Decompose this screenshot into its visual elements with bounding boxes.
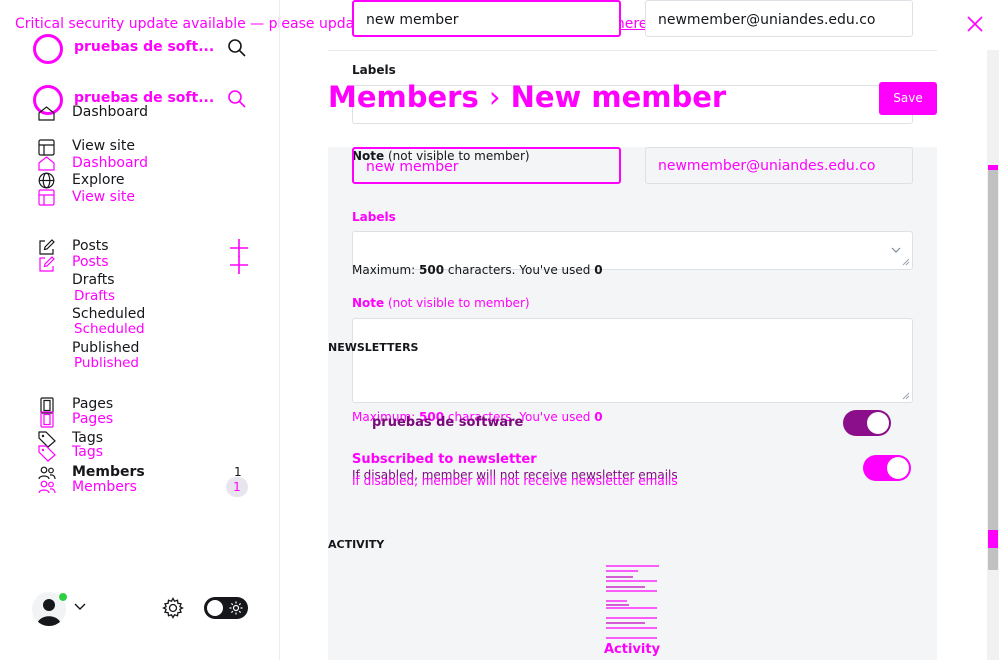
nav-posts-ghost: Posts xyxy=(72,254,109,270)
note-label: Note (not visible to member) xyxy=(352,296,530,310)
nav-dashboard[interactable]: Dashboard xyxy=(72,104,148,120)
pages-ghost-icon xyxy=(40,411,54,428)
nav-view-site[interactable]: View site xyxy=(72,138,135,154)
members-icon xyxy=(38,466,56,480)
labels-dropdown-icon[interactable] xyxy=(891,247,901,254)
header-divider xyxy=(328,50,937,51)
note-resize-handle-icon[interactable] xyxy=(902,392,910,400)
theme-toggle-knob xyxy=(207,600,223,616)
nav-published[interactable]: Published xyxy=(72,340,139,356)
edit-ghost-icon xyxy=(38,255,56,273)
activity-section-title: ACTIVITY xyxy=(328,538,385,551)
labels-label: Labels xyxy=(352,210,396,224)
newsletter-toggle[interactable] xyxy=(843,410,891,436)
breadcrumb-members-link[interactable]: Members xyxy=(328,80,479,114)
breadcrumb: Members › New member xyxy=(328,80,726,114)
labels-max-mid: characters. You've used xyxy=(447,263,591,277)
site-title[interactable]: pruebas de soft... xyxy=(74,39,214,55)
nav-members-ghost: Members xyxy=(72,479,137,495)
search-icon[interactable] xyxy=(227,38,247,58)
nav-published-ghost: Published xyxy=(74,355,139,371)
nav-drafts[interactable]: Drafts xyxy=(72,272,115,288)
name-input[interactable]: new member xyxy=(352,147,621,184)
members-count-ghost-badge: 1 xyxy=(226,477,248,497)
explore-icon xyxy=(38,172,55,189)
nav-posts[interactable]: Posts xyxy=(72,238,109,254)
edit-icon xyxy=(38,238,56,256)
scrollbar-marker-bottom xyxy=(988,530,998,548)
labels-max-number: 500 xyxy=(419,263,445,277)
view-site-icon xyxy=(38,139,55,156)
page-title: New member xyxy=(510,80,727,114)
name-input-top[interactable]: new member xyxy=(352,0,621,37)
home-ghost-icon xyxy=(38,156,55,171)
newsletter-name: pruebas de software xyxy=(372,415,524,430)
email-input[interactable]: newmember@uniandes.edu.co xyxy=(645,147,913,184)
sidebar-divider xyxy=(279,0,280,660)
new-post-ghost-icon xyxy=(229,255,249,275)
note-hint: (not visible to member) xyxy=(388,296,530,310)
nav-dashboard-ghost: Dashboard xyxy=(72,155,148,171)
breadcrumb-separator: › xyxy=(488,80,501,114)
email-input-top-value: newmember@uniandes.edu.co xyxy=(658,12,876,28)
note-label-text: Note xyxy=(352,296,385,310)
activity-empty-label: Activity xyxy=(604,642,661,657)
nav-pages-ghost: Pages xyxy=(72,411,114,427)
note-max-used: 0 xyxy=(594,410,603,424)
members-ghost-icon xyxy=(38,480,56,494)
nav-members[interactable]: Members xyxy=(72,464,145,480)
email-input-value: newmember@uniandes.edu.co xyxy=(658,158,876,174)
members-count-ghost: 1 xyxy=(233,480,241,494)
search-ghost-icon xyxy=(227,89,247,109)
name-input-top-value: new member xyxy=(366,12,459,28)
email-input-top[interactable]: newmember@uniandes.edu.co xyxy=(645,0,913,37)
gear-icon[interactable] xyxy=(162,597,184,619)
nav-scheduled[interactable]: Scheduled xyxy=(72,306,145,322)
newsletter-toggle-knob xyxy=(867,412,889,434)
nav-tags-ghost: Tags xyxy=(72,444,103,460)
save-button-label: Save xyxy=(893,91,923,105)
note-textarea[interactable] xyxy=(352,318,913,403)
subscribed-hint: If disabled, member will not receive new… xyxy=(352,474,678,488)
theme-toggle[interactable] xyxy=(204,597,248,619)
labels-char-counter: Maximum: 500 characters. You've used 0 xyxy=(352,263,603,277)
scrollbar-track[interactable] xyxy=(987,50,999,660)
labels-label-top: Labels xyxy=(352,63,396,77)
online-indicator xyxy=(58,592,68,602)
close-banner-icon[interactable] xyxy=(966,15,984,33)
labels-max-prefix: Maximum: xyxy=(352,263,416,277)
newsletters-section-title: NEWSLETTERS xyxy=(328,341,419,354)
resize-handle-icon[interactable] xyxy=(902,258,910,266)
scrollbar-marker-top xyxy=(988,165,998,170)
sun-icon xyxy=(229,601,243,615)
site-logo-icon xyxy=(32,33,64,65)
subscribed-toggle[interactable] xyxy=(863,455,911,481)
name-input-value: new member xyxy=(366,159,459,175)
activity-empty-icon xyxy=(605,565,661,645)
nav-drafts-ghost: Drafts xyxy=(74,288,116,304)
tag-ghost-icon xyxy=(38,445,56,462)
subscribed-toggle-knob xyxy=(887,457,909,479)
nav-explore[interactable]: Explore xyxy=(72,172,125,188)
scrollbar-thumb[interactable] xyxy=(988,170,998,570)
home-icon xyxy=(38,106,55,121)
nav-scheduled-ghost: Scheduled xyxy=(74,321,145,337)
save-button[interactable]: Save xyxy=(879,82,937,115)
labels-max-used: 0 xyxy=(594,263,603,277)
nav-pages[interactable]: Pages xyxy=(72,396,113,412)
subscribed-title: Subscribed to newsletter xyxy=(352,452,537,467)
nav-view-site-ghost: View site xyxy=(72,189,135,205)
chevron-down-icon[interactable] xyxy=(74,603,86,611)
view-site-ghost-icon xyxy=(38,189,55,206)
